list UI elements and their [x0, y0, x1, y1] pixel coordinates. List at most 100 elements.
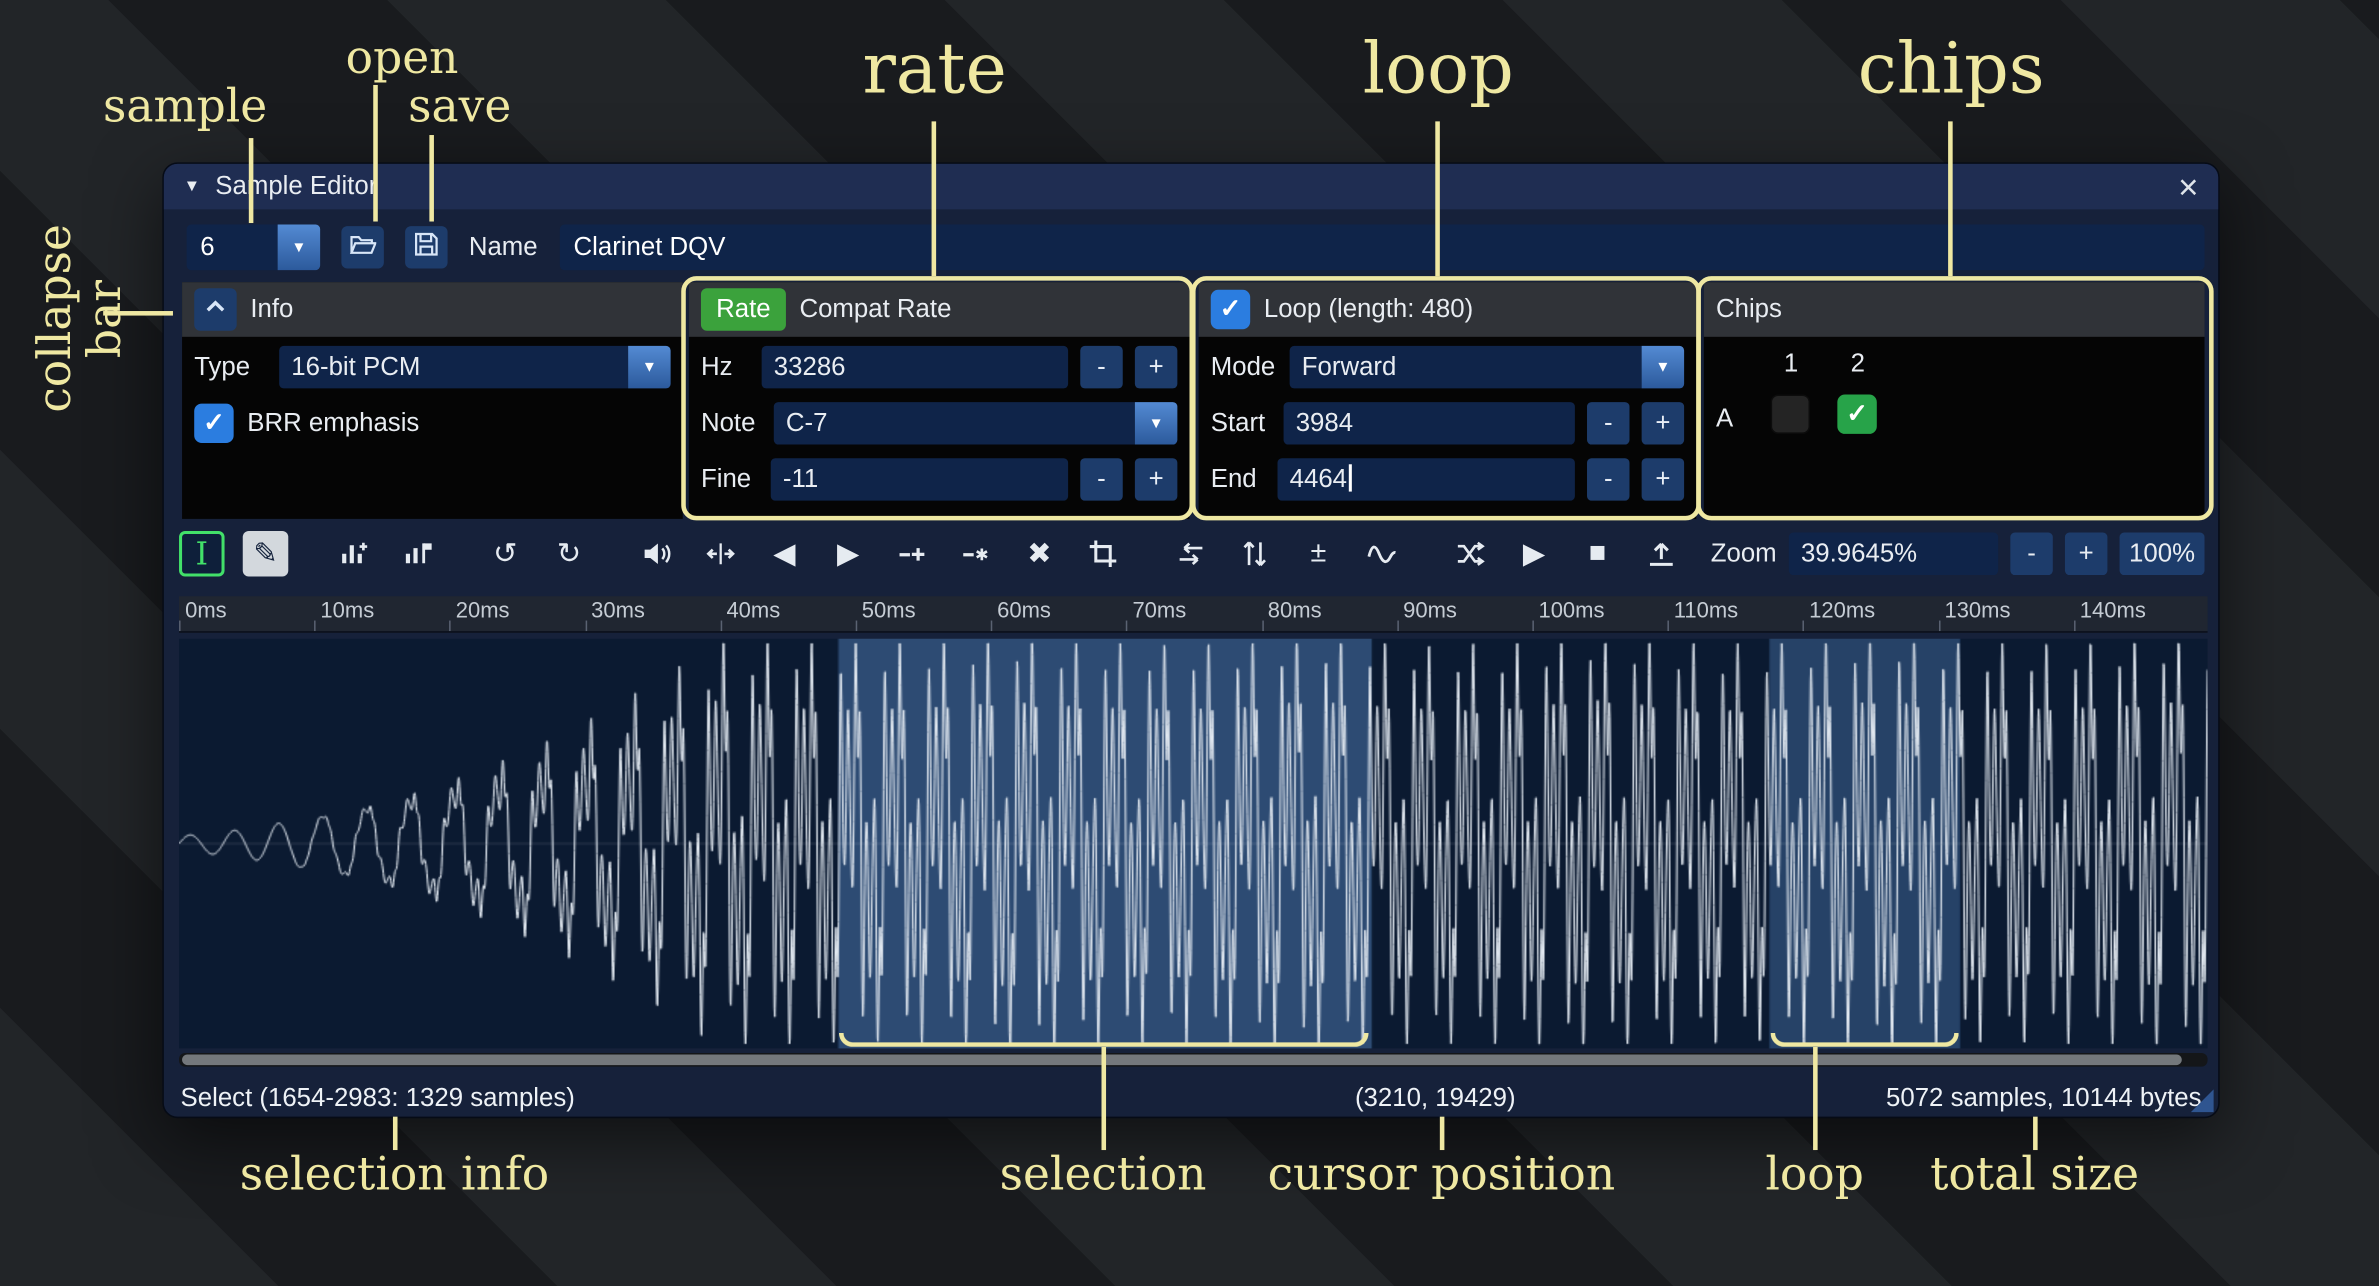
cursor-position-text: (3210, 19429) — [1208, 1083, 1663, 1113]
annotation-line-selection — [1102, 1047, 1107, 1150]
redo-icon: ↻ — [557, 536, 581, 571]
info-panel-title: Info — [250, 294, 293, 324]
annotation-bracket-loop — [1771, 1033, 1959, 1047]
resize-grip[interactable] — [2191, 1089, 2214, 1112]
annotation-line-sample — [249, 138, 254, 223]
fade-in-icon: ◀ — [773, 536, 795, 571]
sign-method-button[interactable]: ± — [1296, 531, 1342, 577]
waveform-canvas[interactable] — [179, 639, 2208, 1049]
zoom-label: Zoom — [1711, 539, 1777, 569]
apply-silence-icon — [960, 539, 990, 569]
resample-button[interactable] — [394, 531, 440, 577]
annotation-collapse-bar: collapse bar — [30, 182, 130, 455]
type-label: Type — [194, 352, 279, 382]
normalize-button[interactable] — [698, 531, 744, 577]
sample-number-input[interactable]: 6 — [187, 225, 278, 271]
close-icon[interactable]: × — [2178, 169, 2198, 204]
crossfade-loop-button[interactable] — [1447, 531, 1493, 577]
time-ruler: 0ms10ms20ms30ms40ms50ms60ms70ms80ms90ms1… — [179, 596, 2208, 632]
annotation-open: open — [319, 33, 486, 83]
annotation-total-size: total size — [1868, 1150, 2202, 1200]
fade-out-button[interactable]: ▶ — [825, 531, 871, 577]
stop-icon: ■ — [1589, 537, 1606, 570]
create-wavetable-button[interactable] — [1639, 531, 1685, 577]
apply-silence-button[interactable] — [953, 531, 999, 577]
viewport: ▼ Sample Editor × 6 ▼ Name Clarinet DQV … — [0, 0, 2379, 1286]
sample-toolbar: I ✎ ↺ ↻ ◀ ▶ ✖ ± ▶ ■ Zoom 39.9645% - + 100% — [179, 531, 2204, 577]
zoom-out-button[interactable]: - — [2010, 533, 2052, 575]
zoom-cluster: Zoom 39.9645% - + 100% — [1711, 533, 2205, 575]
collapse-bar-button[interactable] — [194, 288, 236, 330]
annotation-line-cursor-position — [1440, 1117, 1445, 1150]
stop-button[interactable]: ■ — [1575, 531, 1621, 577]
trim-button[interactable] — [1080, 531, 1126, 577]
annotation-line-chips — [1948, 121, 1953, 276]
chevron-up-icon — [202, 292, 229, 327]
open-button[interactable] — [341, 226, 383, 268]
annotation-sample: sample — [79, 82, 291, 132]
undo-icon: ↺ — [493, 536, 517, 571]
sign-method-icon: ± — [1311, 537, 1327, 570]
zoom-input[interactable]: 39.9645% — [1789, 533, 1998, 575]
info-panel: Info Type 16-bit PCM ▼ ✓ BRR emphasis — [182, 282, 683, 519]
waveform-area[interactable] — [179, 639, 2208, 1049]
undo-button[interactable]: ↺ — [482, 531, 528, 577]
name-input[interactable]: Clarinet DQV — [560, 225, 2205, 271]
toolbar-buttons: I ✎ ↺ ↻ ◀ ▶ ✖ ± ▶ ■ — [179, 531, 1702, 577]
zoom-reset-button[interactable]: 100% — [2120, 533, 2205, 575]
annotation-cursor-position: cursor position — [1229, 1150, 1654, 1200]
edit-select-button[interactable]: I — [179, 531, 225, 577]
status-bar: Select (1654-2983: 1329 samples) (3210, … — [164, 1074, 2218, 1120]
fade-in-button[interactable]: ◀ — [762, 531, 808, 577]
annotation-line-loop-bottom — [1813, 1047, 1818, 1150]
window-titlebar[interactable]: ▼ Sample Editor × — [164, 164, 2218, 210]
resize-button[interactable] — [331, 531, 377, 577]
preview-button[interactable]: ▶ — [1511, 531, 1557, 577]
save-button[interactable] — [405, 226, 447, 268]
amplify-icon — [642, 539, 672, 569]
edit-draw-button[interactable]: ✎ — [243, 531, 289, 577]
annotation-line-collapse-bar — [103, 311, 173, 316]
insert-silence-button[interactable] — [889, 531, 935, 577]
background: ▼ Sample Editor × 6 ▼ Name Clarinet DQV … — [0, 0, 2379, 1286]
name-label: Name — [469, 225, 538, 271]
annotation-selection: selection — [951, 1150, 1254, 1200]
annotation-line-save — [429, 135, 434, 221]
sample-dropdown-button[interactable]: ▼ — [278, 225, 320, 271]
type-value: 16-bit PCM — [279, 346, 628, 388]
annotation-box-loop — [1191, 276, 1701, 520]
edit-draw-icon: ✎ — [253, 536, 277, 571]
annotation-box-chips — [1696, 276, 2213, 520]
zoom-in-button[interactable]: + — [2065, 533, 2107, 575]
type-dropdown[interactable]: 16-bit PCM ▼ — [279, 346, 670, 388]
chevron-down-icon: ▼ — [628, 346, 670, 388]
normalize-icon — [706, 539, 736, 569]
filter-button[interactable] — [1359, 531, 1405, 577]
chevron-down-icon: ▼ — [291, 239, 306, 256]
annotation-chips: chips — [1799, 30, 2102, 107]
invert-button[interactable] — [1232, 531, 1278, 577]
annotation-rate: rate — [783, 30, 1086, 107]
brr-emphasis-label: BRR emphasis — [247, 408, 419, 438]
collapse-triangle-icon[interactable]: ▼ — [184, 178, 201, 196]
edit-select-icon: I — [195, 536, 208, 572]
invert-icon — [1240, 539, 1270, 569]
scrollbar-thumb[interactable] — [182, 1054, 2182, 1065]
delete-button[interactable]: ✖ — [1017, 531, 1063, 577]
annotation-line-loop — [1435, 121, 1440, 276]
horizontal-scrollbar[interactable] — [179, 1053, 2208, 1067]
trim-icon — [1088, 539, 1118, 569]
annotation-bracket-selection — [839, 1033, 1369, 1047]
redo-button[interactable]: ↻ — [546, 531, 592, 577]
reverse-button[interactable] — [1168, 531, 1214, 577]
total-size-text: 5072 samples, 10144 bytes — [1886, 1083, 2201, 1113]
reverse-icon — [1176, 539, 1206, 569]
amplify-button[interactable] — [634, 531, 680, 577]
save-floppy-icon — [413, 230, 440, 265]
insert-silence-icon — [897, 539, 927, 569]
annotation-box-rate — [681, 276, 1194, 520]
annotation-line-rate — [932, 121, 937, 276]
check-icon: ✓ — [203, 408, 225, 438]
selection-info-text: Select (1654-2983: 1329 samples) — [181, 1083, 575, 1113]
brr-emphasis-checkbox[interactable]: ✓ — [194, 404, 233, 443]
